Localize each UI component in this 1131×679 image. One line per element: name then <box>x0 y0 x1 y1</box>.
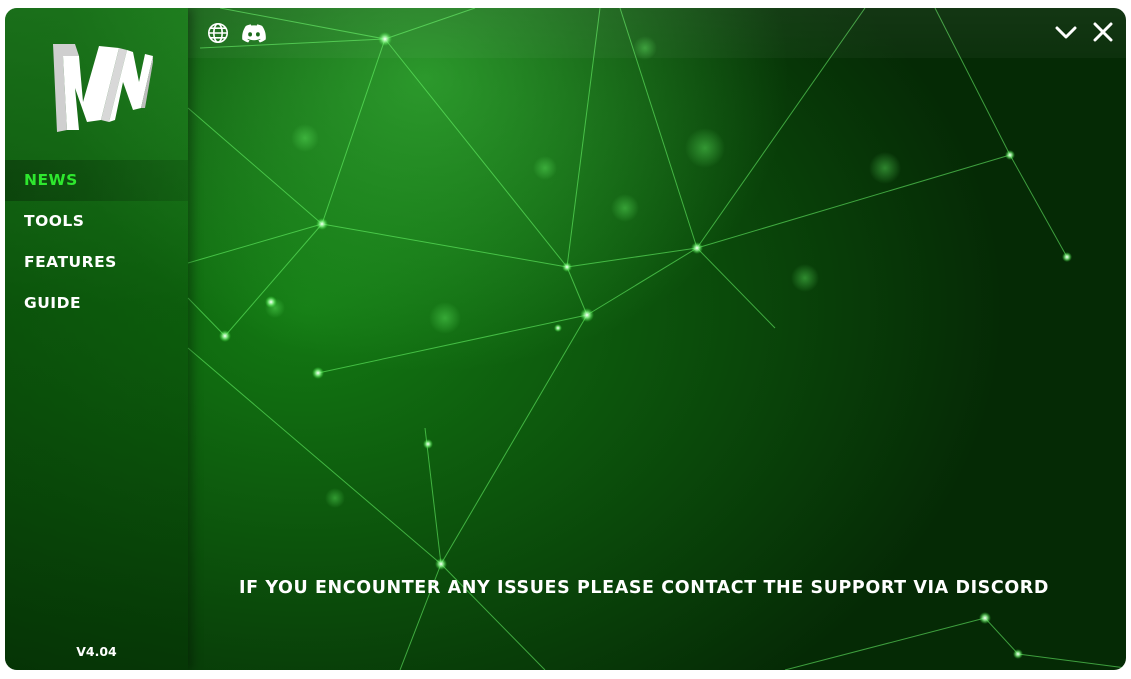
nv-logo-icon <box>49 42 153 136</box>
globe-icon[interactable] <box>207 22 229 44</box>
sidebar-item-news[interactable]: NEWS <box>5 160 188 201</box>
sidebar-item-tools[interactable]: TOOLS <box>5 201 188 242</box>
sidebar: NEWS TOOLS FEATURES GUIDE V4.04 <box>5 8 188 670</box>
top-bar <box>188 8 1126 58</box>
sidebar-nav: NEWS TOOLS FEATURES GUIDE <box>5 160 188 324</box>
sidebar-item-guide[interactable]: GUIDE <box>5 283 188 324</box>
close-icon[interactable] <box>1093 22 1113 42</box>
sidebar-item-features[interactable]: FEATURES <box>5 242 188 283</box>
version-label: V4.04 <box>76 644 117 659</box>
support-notice: IF YOU ENCOUNTER ANY ISSUES PLEASE CONTA… <box>239 578 1050 598</box>
chevron-down-icon[interactable] <box>1055 24 1077 42</box>
app-window: NEWS TOOLS FEATURES GUIDE V4.04 IF YOU E… <box>5 8 1126 670</box>
discord-icon[interactable] <box>242 24 266 43</box>
